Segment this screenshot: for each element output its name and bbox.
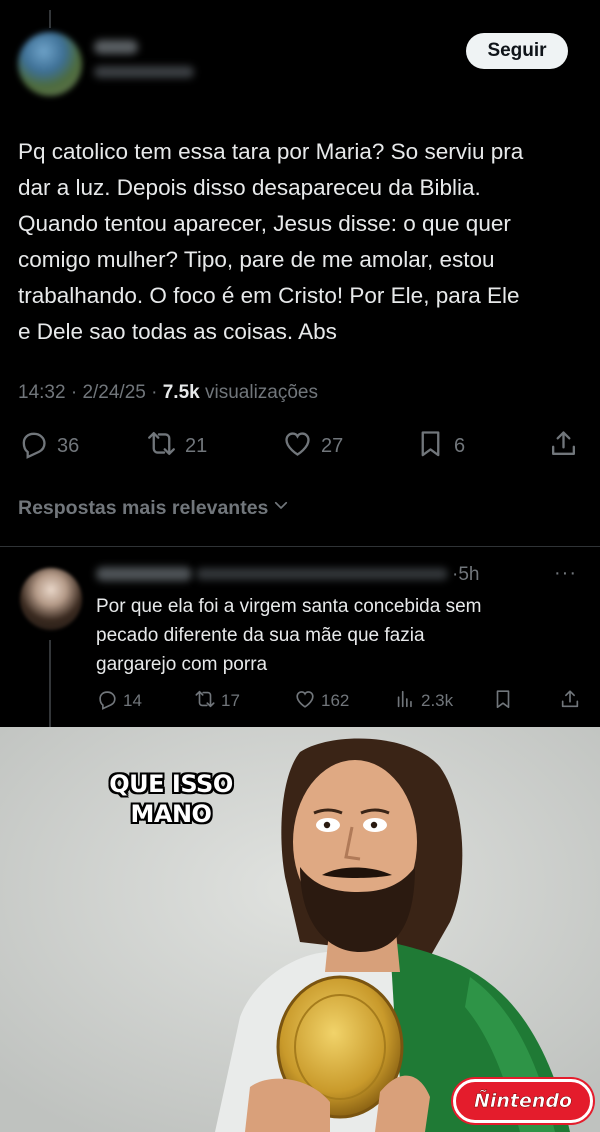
bookmark-count: 6: [454, 434, 466, 457]
reply-text: Por que ela foi a virgem santa concebida…: [96, 592, 586, 679]
repost-icon: [146, 428, 177, 465]
share-button[interactable]: [548, 424, 579, 468]
author-name-blurred[interactable]: [94, 40, 138, 54]
reply-like-count: 162: [321, 691, 350, 710]
reply-author-avatar[interactable]: [20, 568, 82, 630]
reply-repost-button[interactable]: 17: [194, 686, 240, 716]
reply-bookmark-button[interactable]: [492, 686, 514, 716]
post-time[interactable]: 14:32: [18, 382, 66, 403]
reply-views-count: 2.3k: [421, 691, 454, 710]
reply-views-button[interactable]: 2.3k: [394, 686, 453, 716]
follow-button[interactable]: Seguir: [466, 33, 568, 69]
logo-text: Ñintendo: [473, 1090, 573, 1113]
repost-count: 21: [185, 434, 208, 457]
views-label: visualizações: [205, 382, 318, 403]
more-options-icon[interactable]: ···: [554, 562, 577, 585]
author-handle-blurred: [94, 66, 194, 78]
reply-author-name-blurred[interactable]: [96, 567, 192, 581]
repost-icon: [194, 688, 216, 715]
post-text-line: dar a luz. Depois disso desapareceu da B…: [18, 175, 481, 200]
chevron-down-icon: [272, 496, 290, 520]
heart-icon: [282, 428, 313, 465]
post-text-line: comigo mulher? Tipo, pare de me amolar, …: [18, 247, 495, 272]
repost-button[interactable]: 21: [146, 424, 207, 468]
reply-author-handle-blurred: [196, 568, 448, 580]
section-divider: [0, 546, 600, 547]
bookmark-icon: [415, 428, 446, 465]
meme-caption-line: QUE ISSO: [109, 770, 233, 798]
post-action-bar: 36 21 27 6: [0, 424, 600, 468]
meme-caption: QUE ISSO MANO: [96, 769, 246, 829]
bookmark-button[interactable]: 6: [415, 424, 465, 468]
reply-reply-count: 14: [123, 691, 142, 710]
reply-action-bar: 14 17 162 2.3k: [0, 686, 600, 716]
meme-image[interactable]: QUE ISSO MANO Ñintendo: [0, 727, 600, 1132]
post-text-line: trabalhando. O foco é em Cristo! Por Ele…: [18, 283, 520, 308]
reply-share-button[interactable]: [559, 686, 581, 716]
reply-reply-button[interactable]: 14: [96, 686, 142, 716]
views-count: 7.5k: [162, 382, 200, 403]
like-count: 27: [321, 434, 344, 457]
post-date[interactable]: 2/24/25: [82, 382, 145, 403]
meme-caption-line: MANO: [130, 800, 212, 828]
statue-illustration: [0, 727, 600, 1132]
replies-sort-label: Respostas mais relevantes: [18, 496, 269, 519]
reply-icon: [18, 428, 49, 465]
heart-icon: [294, 688, 316, 715]
post-text-line: Pq catolico tem essa tara por Maria? So …: [18, 139, 524, 164]
reply-repost-count: 17: [221, 691, 240, 710]
post-text-line: Quando tentou aparecer, Jesus disse: o q…: [18, 211, 511, 236]
author-avatar[interactable]: [18, 32, 82, 96]
reply-time[interactable]: ·5h: [452, 564, 479, 586]
replies-sort-dropdown[interactable]: Respostas mais relevantes: [18, 496, 290, 520]
post-text: Pq catolico tem essa tara por Maria? So …: [18, 134, 588, 350]
reply-count: 36: [57, 434, 80, 457]
thread-connector-top: [49, 10, 51, 28]
reply-like-button[interactable]: 162: [294, 686, 349, 716]
reply-icon: [96, 688, 118, 715]
analytics-icon: [394, 688, 416, 715]
post-text-line: e Dele sao todas as coisas. Abs: [18, 319, 337, 344]
share-icon: [548, 428, 579, 465]
reply-text-line: Por que ela foi a virgem santa concebida…: [96, 596, 482, 617]
nintendo-parody-logo: Ñintendo: [453, 1079, 593, 1123]
like-button[interactable]: 27: [282, 424, 343, 468]
post-meta: 14:32 · 2/24/25 · 7.5k visualizações: [18, 382, 318, 403]
reply-button[interactable]: 36: [18, 424, 79, 468]
reply-text-line: pecado diferente da sua mãe que fazia: [96, 625, 425, 646]
share-icon: [559, 688, 581, 715]
bookmark-icon: [492, 688, 514, 715]
reply-text-line: gargarejo com porra: [96, 654, 268, 675]
